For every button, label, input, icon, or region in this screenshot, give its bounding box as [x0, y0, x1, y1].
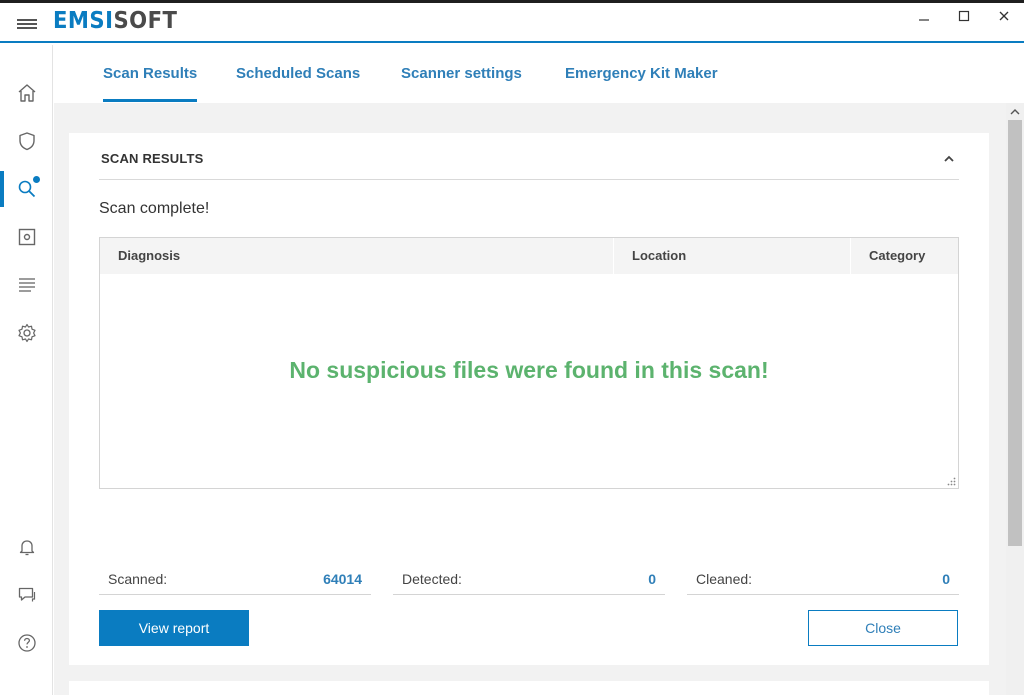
scroll-up-button[interactable]: [1006, 103, 1024, 120]
stat-value: 0: [648, 571, 656, 587]
divider: [99, 179, 959, 180]
tab-emergency-kit-maker[interactable]: Emergency Kit Maker: [565, 65, 718, 99]
app-logo: EMSISOFT: [53, 8, 178, 34]
close-window-button[interactable]: [984, 3, 1024, 29]
resize-grip-icon[interactable]: [947, 477, 956, 486]
sidebar-item-scan[interactable]: [0, 171, 53, 207]
maximize-icon: [958, 10, 970, 22]
stat-cleaned: Cleaned: 0: [687, 569, 959, 595]
tab-scan-results[interactable]: Scan Results: [103, 65, 198, 102]
stat-label: Cleaned:: [696, 571, 753, 587]
view-report-button[interactable]: View report: [99, 610, 249, 646]
sidebar-item-notifications[interactable]: [0, 529, 53, 565]
column-header-category[interactable]: Category: [869, 238, 925, 274]
quarantine-icon: [18, 228, 35, 246]
table-header: Diagnosis Location Category: [100, 238, 958, 274]
minimize-icon: [919, 19, 929, 21]
sidebar-item-logs[interactable]: [0, 267, 53, 303]
list-icon: [18, 278, 35, 292]
empty-results-message: No suspicious files were found in this s…: [289, 357, 769, 383]
sidebar-item-quarantine[interactable]: [0, 219, 53, 255]
stat-value: 0: [942, 571, 950, 587]
results-table: Diagnosis Location Category No suspiciou…: [99, 237, 959, 489]
help-icon: [17, 634, 36, 652]
tab-bar: Scan Results Scheduled Scans Scanner set…: [54, 45, 1024, 103]
home-icon: [18, 84, 35, 102]
chevron-up-icon: [944, 155, 954, 162]
section-title: SCAN RESULTS: [101, 151, 204, 166]
notification-dot: [33, 176, 40, 183]
sidebar-item-settings[interactable]: [0, 315, 53, 351]
tab-scanner-settings[interactable]: Scanner settings: [401, 65, 522, 99]
stat-detected: Detected: 0: [393, 569, 665, 595]
scan-status-text: Scan complete!: [99, 200, 210, 217]
title-bar: EMSISOFT: [0, 3, 1024, 43]
chat-icon: [18, 587, 35, 602]
bell-icon: [19, 540, 34, 556]
stat-label: Detected:: [402, 571, 462, 587]
scan-results-card: SCAN RESULTS Scan complete! Diagnosis Lo…: [69, 133, 989, 665]
column-header-location[interactable]: Location: [632, 238, 686, 274]
column-separator[interactable]: [850, 238, 851, 274]
tab-scheduled-scans[interactable]: Scheduled Scans: [236, 65, 360, 99]
next-card-edge: [69, 681, 989, 695]
hamburger-menu-icon[interactable]: [14, 13, 40, 33]
content-area: SCAN RESULTS Scan complete! Diagnosis Lo…: [54, 103, 1006, 695]
close-button[interactable]: Close: [808, 610, 958, 646]
column-header-diagnosis[interactable]: Diagnosis: [118, 238, 180, 274]
stat-scanned: Scanned: 64014: [99, 569, 371, 595]
scrollbar-thumb[interactable]: [1008, 120, 1022, 546]
stat-label: Scanned:: [108, 571, 168, 587]
vertical-scrollbar[interactable]: [1006, 103, 1024, 695]
sidebar-item-help[interactable]: [0, 625, 53, 661]
sidebar-item-protection[interactable]: [0, 123, 53, 159]
sidebar: [0, 45, 53, 695]
arrow-up-icon: [1010, 108, 1020, 114]
column-separator[interactable]: [613, 238, 614, 274]
stat-value: 64014: [323, 571, 362, 587]
maximize-button[interactable]: [944, 3, 984, 29]
sidebar-item-home[interactable]: [0, 75, 53, 111]
minimize-button[interactable]: [904, 3, 944, 29]
shield-icon: [18, 132, 35, 151]
collapse-button[interactable]: [939, 149, 959, 169]
close-icon: [999, 11, 1009, 21]
gear-icon: [17, 323, 36, 343]
sidebar-item-feedback[interactable]: [0, 577, 53, 613]
